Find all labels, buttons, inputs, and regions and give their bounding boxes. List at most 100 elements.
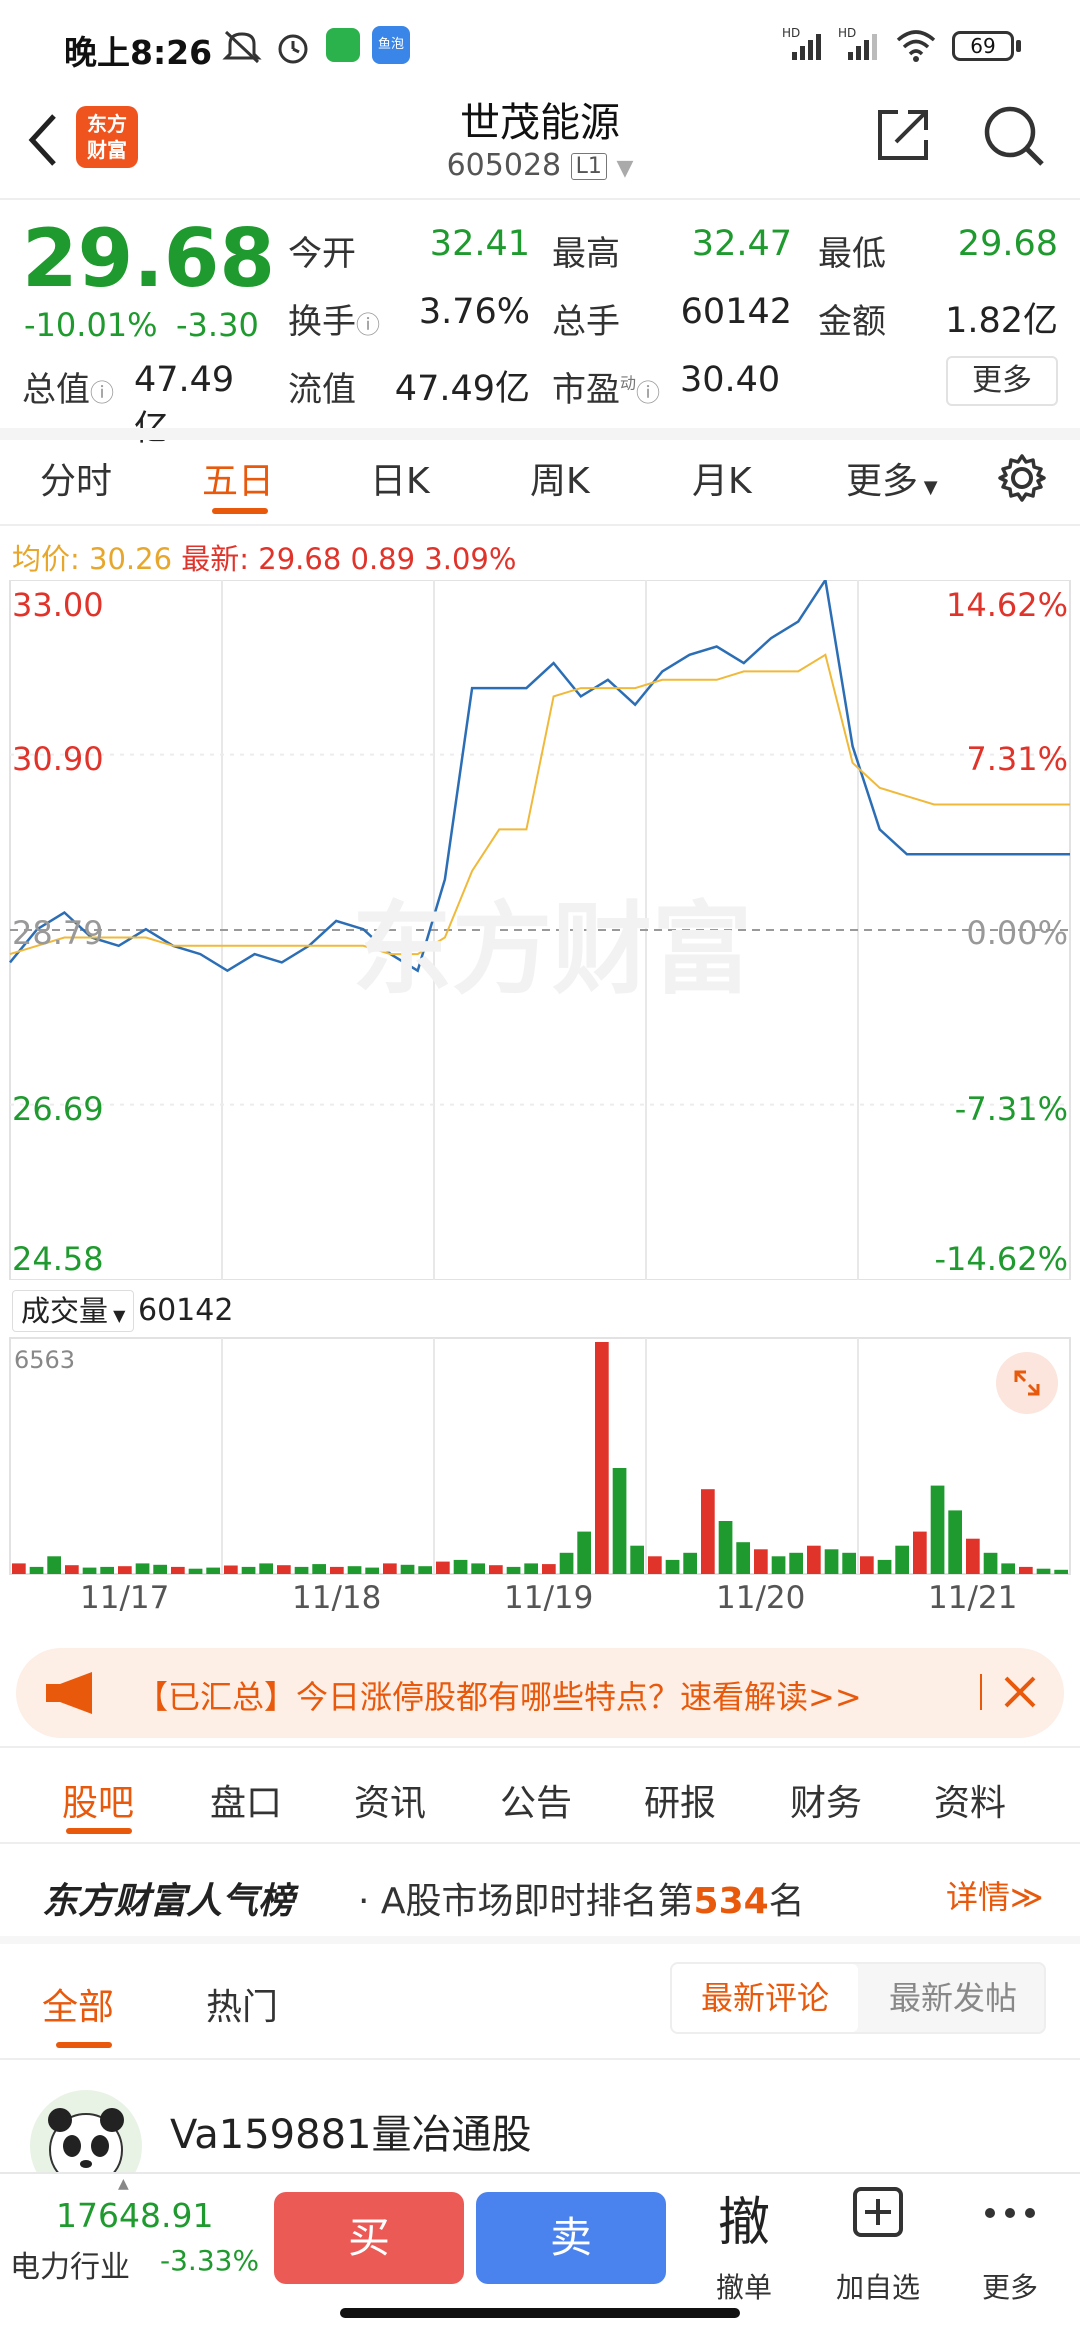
tab-guba[interactable]: 股吧 <box>62 1774 134 1826</box>
promo-banner[interactable]: 【已汇总】今日涨停股都有哪些特点？速看解读>> <box>16 1648 1064 1738</box>
turnover-value: 3.76% <box>418 292 530 332</box>
signal-icon <box>792 34 821 60</box>
feed-tab-all[interactable]: 全部 <box>42 1978 114 2030</box>
y-right-tick-4: -14.62% <box>934 1240 1068 1278</box>
tab-profile[interactable]: 资料 <box>934 1774 1006 1826</box>
volume-bar <box>153 1564 167 1574</box>
change-amount: -3.30 <box>176 306 259 344</box>
status-time: 晚上8:26 <box>64 33 213 72</box>
tab-day-k[interactable]: 日K <box>370 452 430 504</box>
rank-detail-link[interactable]: 详情≫ <box>946 1872 1044 1918</box>
volume-bar <box>418 1566 432 1574</box>
more-actions-button[interactable]: 更多 <box>950 2176 1070 2326</box>
sell-button[interactable]: 卖 <box>476 2192 666 2284</box>
tab-active-underline <box>212 508 268 514</box>
volume-bar <box>47 1556 61 1574</box>
x-label-3: 11/20 <box>716 1580 806 1616</box>
volume-bar <box>259 1563 273 1574</box>
tab-intraday[interactable]: 分时 <box>40 452 112 504</box>
tab-pankou[interactable]: 盘口 <box>210 1774 282 1826</box>
home-indicator[interactable] <box>340 2308 740 2318</box>
chart-info-line: 均价: 30.26 最新: 29.68 0.89 3.09% <box>12 536 516 578</box>
avg-price-line <box>9 653 1070 956</box>
volume-bar <box>542 1564 556 1574</box>
volume-label: 总手 <box>552 302 620 342</box>
volume-bar <box>524 1563 538 1574</box>
volume-bar <box>277 1565 291 1574</box>
volume-bar <box>718 1521 733 1574</box>
close-icon[interactable] <box>998 1670 1042 1714</box>
tab-week-k[interactable]: 周K <box>530 452 590 504</box>
tab-research[interactable]: 研报 <box>644 1774 716 1826</box>
latest-label: 最新: <box>181 542 250 576</box>
cancel-order-label: 撤单 <box>715 2271 772 2304</box>
volume-bar <box>789 1552 803 1574</box>
header-divider <box>0 198 1080 200</box>
add-watchlist-button[interactable]: 加自选 <box>818 2176 938 2326</box>
share-icon[interactable] <box>872 104 932 164</box>
y-right-tick-2: 0.00% <box>966 914 1068 952</box>
y-right-tick-1: 7.31% <box>966 740 1068 778</box>
volume-bar <box>1036 1568 1051 1574</box>
quote-more-button[interactable]: 更多 <box>946 356 1058 406</box>
volume-bar <box>100 1566 114 1574</box>
volume-bar <box>665 1559 680 1574</box>
stock-header: 东方 财富 世茂能源 605028 L1 ▼ <box>0 90 1080 200</box>
volume-indicator-value: 60142 <box>138 1293 234 1328</box>
tab-finance[interactable]: 财务 <box>790 1774 862 1826</box>
tab-news[interactable]: 资讯 <box>354 1774 426 1826</box>
x-label-2: 11/19 <box>504 1580 594 1616</box>
volume-bar <box>966 1538 980 1574</box>
mcap-label[interactable]: 总值ⓘ <box>22 362 114 411</box>
pe-sup: 动 <box>620 373 637 393</box>
feed-tab-hot[interactable]: 热门 <box>206 1978 278 2030</box>
sort-latest-comment[interactable]: 最新评论 <box>672 1964 858 2032</box>
section-tab-underline <box>66 1828 132 1834</box>
industry-index-value[interactable]: 17648.91 <box>56 2196 213 2235</box>
settings-gear-icon[interactable] <box>996 452 1048 504</box>
low-value: 29.68 <box>957 224 1058 264</box>
more-actions-label: 更多 <box>981 2271 1038 2304</box>
volume-chart[interactable] <box>0 1336 1080 1576</box>
volume-bar <box>1054 1569 1068 1574</box>
pe-value: 30.40 <box>680 360 781 400</box>
volume-max-label: 6563 <box>14 1346 76 1374</box>
high-label: 最高 <box>552 234 620 274</box>
cancel-order-button[interactable]: 撤 撤单 <box>688 2176 802 2326</box>
industry-name[interactable]: 电力行业 <box>10 2242 130 2286</box>
tab-month-k[interactable]: 月K <box>692 452 752 504</box>
sort-latest-post[interactable]: 最新发帖 <box>860 1964 1046 2032</box>
volume-bar <box>453 1559 468 1574</box>
app-badge-icon: 鱼泡 <box>372 26 410 64</box>
volume-value: 60142 <box>680 292 792 332</box>
volume-bar <box>118 1566 132 1574</box>
caret-down-icon: ▼ <box>108 1306 126 1325</box>
volume-bar <box>224 1565 238 1574</box>
collapse-caret-icon[interactable]: ▲ <box>118 2176 129 2192</box>
price-chart[interactable] <box>0 580 1080 1280</box>
tab-more[interactable]: 更多 ▼ <box>846 452 938 504</box>
search-icon[interactable] <box>980 102 1048 170</box>
volume-bar <box>330 1566 344 1574</box>
volume-bar <box>312 1564 326 1574</box>
x-label-0: 11/17 <box>80 1580 170 1616</box>
buy-button[interactable]: 买 <box>274 2192 464 2284</box>
pe-label[interactable]: 市盈动ⓘ <box>552 362 660 411</box>
tab-announcements[interactable]: 公告 <box>500 1774 572 1826</box>
y-left-tick-2: 28.79 <box>12 914 104 952</box>
tab-five-day[interactable]: 五日 <box>202 452 274 504</box>
megaphone-icon <box>46 1672 92 1714</box>
volume-bar <box>877 1559 892 1574</box>
turnover-label[interactable]: 换手ⓘ <box>288 294 380 343</box>
volume-bar <box>506 1566 521 1574</box>
volume-indicator-select[interactable]: 成交量 ▼ <box>12 1290 134 1332</box>
expand-chart-button[interactable] <box>996 1352 1058 1414</box>
volume-bar <box>860 1556 874 1574</box>
volume-bar <box>559 1552 574 1574</box>
mute-icon <box>222 30 262 64</box>
volume-frame <box>9 1337 1071 1575</box>
volume-bar <box>29 1566 44 1574</box>
volume-bar <box>913 1531 927 1574</box>
post-username[interactable]: Va159881量冶通股 <box>170 2102 531 2160</box>
volume-bar <box>188 1568 203 1574</box>
